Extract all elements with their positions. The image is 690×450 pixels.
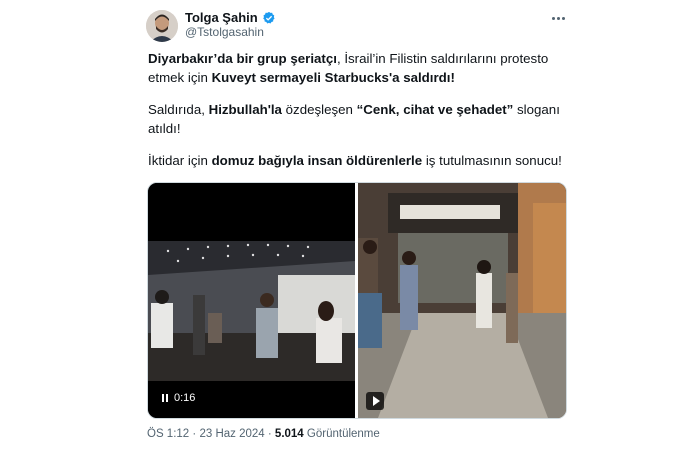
author-name-row[interactable]: Tolga Şahin xyxy=(185,10,276,25)
tweet-metadata: ÖS 1:12 · 23 Haz 2024 · 5.014 Görüntülen… xyxy=(147,428,380,440)
tweet-paragraph-1: Diyarbakır’da bir grup şeriatçı, İsrail’… xyxy=(148,51,549,85)
video-duration: 0:16 xyxy=(174,392,196,404)
views-count: 5.014 xyxy=(274,428,304,440)
tweet-text: Diyarbakır’da bir grup şeriatçı, İsrail’… xyxy=(148,49,568,183)
avatar-image xyxy=(146,10,178,42)
author-handle[interactable]: @Tstolgasahin xyxy=(185,25,264,39)
play-icon[interactable] xyxy=(366,392,384,410)
more-options-icon[interactable] xyxy=(548,10,568,26)
avatar[interactable] xyxy=(146,10,178,42)
pause-icon[interactable] xyxy=(162,394,168,402)
views-label: Görüntülenme xyxy=(306,428,380,440)
author-display-name[interactable]: Tolga Şahin xyxy=(185,10,258,25)
video-frame-1 xyxy=(148,183,355,418)
tweet-card: Tolga Şahin @Tstolgasahin Diyarbakır’da … xyxy=(0,0,690,450)
video-player-1[interactable]: 0:16 xyxy=(148,183,355,418)
video-player-2[interactable] xyxy=(358,183,566,418)
media-grid: 0:16 xyxy=(147,182,567,419)
video-controls-1[interactable]: 0:16 xyxy=(156,388,202,408)
tweet-paragraph-2: Saldırıda, Hizbullah'la özdeşleşen “Cenk… xyxy=(148,102,560,136)
tweet-time[interactable]: ÖS 1:12 xyxy=(147,428,189,440)
video-frame-2 xyxy=(358,183,566,418)
tweet-date[interactable]: 23 Haz 2024 xyxy=(199,428,264,440)
tweet-paragraph-3: İktidar için domuz bağıyla insan öldüren… xyxy=(148,153,562,168)
verified-badge-icon xyxy=(262,11,275,23)
